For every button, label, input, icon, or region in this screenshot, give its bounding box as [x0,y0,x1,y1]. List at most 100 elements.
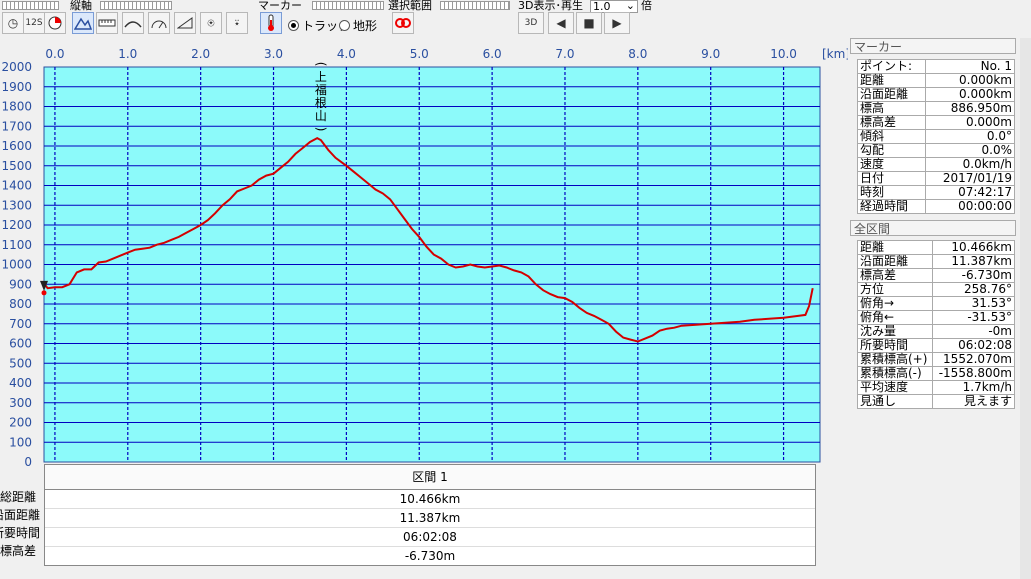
whole-panel-row-label: 累積標高(+) [856,352,934,367]
ruler-button[interactable] [96,12,118,34]
whole-panel-row-label: 見通し [856,394,934,409]
range-slider[interactable] [440,1,510,10]
range-select-button[interactable] [392,12,414,34]
smooth-button[interactable] [122,12,144,34]
marker-panel-row-value: 0.0% [925,143,1015,158]
play-button[interactable]: ▶ [604,12,630,34]
whole-panel-row: 沈み量 -0m [856,324,1015,339]
whole-panel-row-value: 見えます [932,394,1015,409]
marker-panel-row-value: 00:00:00 [925,199,1015,214]
pie-chart-icon [48,16,62,30]
y-tick-label: 400 [9,376,32,390]
whole-panel-row-value: -31.53° [932,310,1015,325]
compass-icon[interactable]: ◷ [2,12,24,34]
whole-panel-row-value: 1.7km/h [932,380,1015,395]
x-tick-label: 2.0 [191,47,210,61]
marker-panel-row-label: 傾斜 [856,129,927,144]
marker-panel-row-value: 0.000km [925,73,1015,88]
marker-info-table: ポイント: No. 1 距離 0.000km 沿面距離 0.000km 標高 886.950m… [856,59,1015,214]
profile-view-button[interactable] [72,12,94,34]
marker-panel-row-label: 時刻 [856,185,927,200]
whole-panel-row-label: 沿面距離 [856,254,934,269]
section-labels: 総距離 沿面距離 所要時間 標高差 [0,488,40,560]
3d-button[interactable]: 3D [518,12,544,34]
whole-panel-row: 平均速度 1.7km/h [856,380,1015,395]
summit-annotation-char: 根 [315,96,327,110]
marker-panel-row: 標高 886.950m [856,101,1015,116]
slope-button[interactable] [174,12,196,34]
ruler-icon [98,19,116,27]
radio-terrain[interactable]: 地形 [339,17,377,34]
marker-dot [41,290,47,296]
annotations: (上福根山) [314,62,328,132]
marker-panel-row-label: 標高差 [856,115,927,130]
whole-panel-row-label: 沈み量 [856,324,934,339]
range-select-icon [395,18,411,28]
whole-panel-row: 沿面距離 11.387km [856,254,1015,269]
x-tick-label: 10.0 [770,47,797,61]
section-header[interactable]: 区間 1 [45,465,815,490]
section-label-time: 所要時間 [0,526,40,540]
y-tick-label: 1800 [1,100,32,114]
pie-icon[interactable] [44,12,66,34]
point-button[interactable]: ⍟ [200,12,222,34]
whole-panel-row: 見通し 見えます [856,394,1015,409]
y-tick-label: 1600 [1,139,32,153]
y-tick-label: 1500 [1,159,32,173]
rewind-button[interactable]: ◀ [548,12,574,34]
vertical-axis-slider[interactable] [100,1,172,10]
y-tick-label: 600 [9,337,32,351]
rewind-icon: ◀ [556,16,566,30]
clock-button[interactable]: 12S [23,12,45,34]
marker-panel-row-label: 速度 [856,157,927,172]
whole-info-table: 距離 10.466km 沿面距離 11.387km 標高差 -6.730m 方位 258.76… [856,240,1015,409]
clock-label: 12S [25,18,43,28]
marker-panel-row-value: 886.950m [925,101,1015,116]
y-tick-label: 0 [24,455,32,466]
radio-terrain-label: 地形 [353,19,378,33]
y-tick-label: 300 [9,396,32,410]
x-tick-label: 0.0 [45,47,64,61]
whole-panel-title: 全区間 [850,220,1016,236]
whole-panel-row-value: 1552.070m [932,352,1015,367]
marker-panel-row: 時刻 07:42:17 [856,185,1015,200]
y-tick-label: 1900 [1,80,32,94]
radio-track-dot [288,20,299,31]
speed-unit: 倍 [641,0,652,12]
gauge-button[interactable] [148,12,170,34]
stop-icon: ■ [583,16,595,30]
y-tick-label: 1400 [1,179,32,193]
y-tick-label: 1100 [1,238,32,252]
x-tick-label: 1.0 [118,47,137,61]
whole-panel-row-value: 10.466km [932,240,1015,255]
elevation-profile-chart[interactable]: 0.0 1.0 2.0 3.0 4.0 5.0 6.0 7.0 8.0 9.0 10.0 0 100 2… [0,38,848,466]
zoom-slider[interactable] [2,1,59,10]
section-value-time: 06:02:08 [45,528,815,547]
x-tick-label: 8.0 [628,47,647,61]
section-value-surface: 11.387km [45,509,815,528]
whole-panel-row: 累積標高(+) 1552.070m [856,352,1015,367]
section-value-elev: -6.730m [404,549,456,563]
marker-panel-row-value: 0.0° [925,129,1015,144]
stop-button[interactable]: ■ [576,12,602,34]
marker-panel-row: 傾斜 0.0° [856,129,1015,144]
whole-panel-row-value: 258.76° [932,282,1015,297]
curve-icon [124,21,142,28]
whole-panel-row: 方位 258.76° [856,282,1015,297]
point-plus-button[interactable]: ⍣ [226,12,248,34]
x-tick-label: 9.0 [701,47,720,61]
marker-panel-row: 距離 0.000km [856,73,1015,88]
marker-slider[interactable] [312,1,384,10]
marker-panel-row-label: 標高 [856,101,927,116]
marker-panel-row-label: 日付 [856,171,927,186]
x-tick-label: 5.0 [410,47,429,61]
whole-panel-row: 累積標高(-) -1558.800m [856,366,1015,381]
whole-panel-row-label: 距離 [856,240,934,255]
triangle-icon [177,17,193,29]
marker-panel-row: ポイント: No. 1 [856,59,1015,74]
marker-panel-row-value: No. 1 [925,59,1015,74]
whole-panel-row-value: 11.387km [932,254,1015,269]
marker-panel-row-label: ポイント: [856,59,927,74]
whole-panel-row-value: -6.730m [932,268,1015,283]
thermometer-button[interactable] [260,12,282,34]
